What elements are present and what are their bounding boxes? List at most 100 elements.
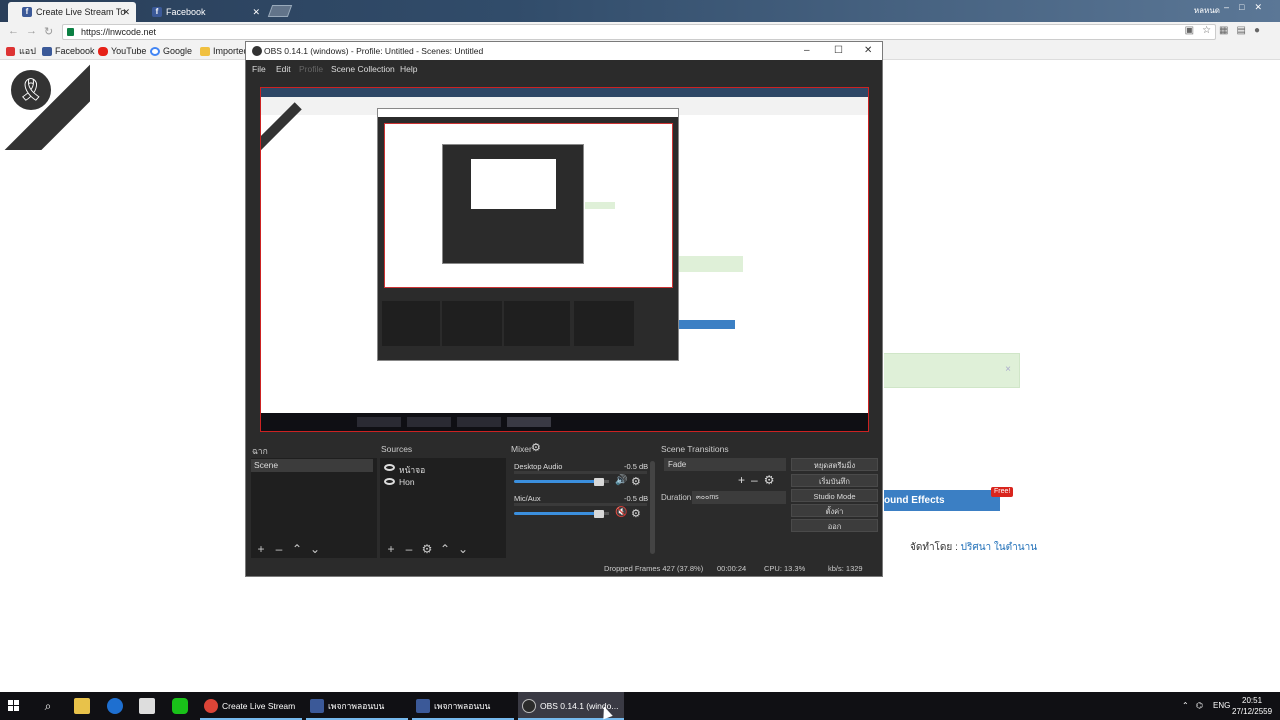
bookmark-youtube[interactable]: YouTube — [98, 44, 146, 58]
taskbar-app-facebook[interactable]: เพจกาพลอนบน Faceb... — [412, 692, 514, 720]
obs-logo-icon — [252, 46, 262, 56]
store-icon[interactable] — [139, 698, 155, 714]
tab-label: Facebook — [166, 7, 206, 17]
taskbar-clock[interactable]: 20:51 27/12/2559 — [1232, 695, 1272, 717]
obs-titlebar: OBS 0.14.1 (windows) - Profile: Untitled… — [246, 42, 882, 60]
volume-handle[interactable] — [594, 510, 604, 518]
taskbar-app-facebook[interactable]: เพจกาพลอนบน Faceb... — [306, 692, 408, 720]
edge-icon[interactable] — [107, 698, 123, 714]
browser-tab[interactable]: f Facebook ✕ — [138, 2, 266, 22]
apps-icon — [6, 47, 15, 56]
new-tab-button[interactable] — [267, 5, 293, 17]
forward-icon[interactable]: → — [26, 25, 37, 37]
sound-effects-button[interactable]: ound Effects — [884, 490, 1000, 511]
eye-icon[interactable] — [384, 464, 395, 471]
gear-icon[interactable]: ⚙ — [764, 473, 781, 487]
profile-name[interactable]: หลหนด — [1194, 4, 1220, 17]
eye-icon[interactable] — [384, 478, 395, 485]
bookmark-imported[interactable]: Imported — [200, 44, 249, 58]
gear-icon[interactable]: ⚙ — [631, 507, 641, 520]
gear-icon[interactable]: ⚙ — [418, 542, 436, 556]
move-down-icon[interactable]: ⌄ — [454, 542, 472, 556]
bookmark-apps[interactable]: แอป — [6, 44, 36, 58]
studio-mode-button[interactable]: Studio Mode — [791, 489, 878, 502]
add-icon[interactable]: + — [382, 542, 400, 556]
transition-select[interactable]: Fade — [664, 458, 786, 471]
menu-scene-collection[interactable]: Scene Collection — [331, 60, 395, 78]
windows-start-icon[interactable] — [8, 700, 20, 712]
menu-edit[interactable]: Edit — [276, 60, 291, 78]
browser-tabstrip: f Create Live Stream To Fa ✕ f Facebook … — [0, 0, 1280, 37]
maximize-icon[interactable]: ☐ — [834, 42, 843, 60]
obs-window: OBS 0.14.1 (windows) - Profile: Untitled… — [245, 41, 883, 577]
back-icon[interactable]: ← — [8, 25, 19, 37]
minimize-icon[interactable]: – — [804, 42, 810, 60]
menu-help[interactable]: Help — [400, 60, 417, 78]
add-icon[interactable]: + — [252, 542, 270, 556]
window-controls[interactable]: –□✕ — [1224, 2, 1272, 13]
start-recording-button[interactable]: เริ่มบันทึก — [791, 474, 878, 487]
author-link[interactable]: ปริศนา ในตำนาน — [961, 542, 1037, 553]
mixer-scrollbar[interactable] — [650, 461, 655, 554]
browser-toolbar: ← → ↻ https://lnwcode.net ▣☆▦▤● — [0, 22, 1280, 42]
remove-icon[interactable]: – — [751, 473, 764, 487]
browser-tab-active[interactable]: f Create Live Stream To Fa ✕ — [8, 2, 136, 37]
file-explorer-icon[interactable] — [74, 698, 90, 714]
move-up-icon[interactable]: ⌃ — [288, 542, 306, 556]
mixer-gear-icon[interactable]: ⚙ — [531, 441, 541, 454]
sources-buttons: + – ⚙ ⌃ ⌄ — [382, 542, 472, 556]
close-tab-icon[interactable]: ✕ — [252, 2, 260, 22]
bookmark-facebook[interactable]: Facebook — [42, 44, 95, 58]
show-hidden-icons[interactable]: ⌃ — [1182, 692, 1189, 720]
reload-icon[interactable]: ↻ — [44, 25, 53, 38]
stop-streaming-button[interactable]: หยุดสตรีมมิ่ง — [791, 458, 878, 471]
volume-handle[interactable] — [594, 478, 604, 486]
remove-icon[interactable]: – — [400, 542, 418, 556]
bookmark-google[interactable]: Google — [150, 44, 192, 58]
extension-icons[interactable]: ▣☆▦▤● — [1185, 25, 1268, 36]
screen: f Create Live Stream To Fa ✕ f Facebook … — [0, 0, 1280, 720]
settings-button[interactable]: ตั้งค่า — [791, 504, 878, 517]
volume-slider[interactable] — [514, 480, 600, 483]
stream-time: 00:00:24 — [717, 564, 747, 573]
duration-input[interactable]: ๓๐๐ms — [692, 491, 786, 504]
move-down-icon[interactable]: ⌄ — [306, 542, 324, 556]
obs-preview[interactable] — [260, 87, 869, 432]
source-item[interactable]: Hon — [380, 475, 506, 488]
audio-meter — [514, 503, 647, 506]
captured-screen — [261, 88, 868, 413]
remove-icon[interactable]: – — [270, 542, 288, 556]
captured-taskbar — [261, 413, 868, 431]
menu-profile[interactable]: Profile — [299, 60, 323, 78]
obs-statusbar: Dropped Frames 427 (37.8%) 00:00:24 CPU:… — [246, 562, 882, 576]
scenes-title: ฉาก — [252, 446, 268, 456]
line-icon[interactable] — [172, 698, 188, 714]
speaker-icon[interactable]: 🔊 — [615, 475, 627, 486]
obs-menubar: File Edit Profile Scene Collection Help — [246, 60, 882, 78]
muted-speaker-icon[interactable]: 🔇 — [615, 507, 627, 518]
menu-file[interactable]: File — [252, 60, 266, 78]
obs-icon — [522, 699, 536, 713]
move-up-icon[interactable]: ⌃ — [436, 542, 454, 556]
taskbar-app-chrome[interactable]: Create Live Stream ... — [200, 692, 302, 720]
byline: จัดทำโดย : ปริศนา ในตำนาน — [910, 542, 1038, 553]
source-item[interactable]: หน้าจอ — [380, 461, 506, 475]
network-icon[interactable]: ⌬ — [1196, 692, 1203, 720]
add-icon[interactable]: + — [738, 473, 751, 487]
dropped-frames: Dropped Frames 427 (37.8%) — [604, 564, 704, 573]
language-indicator[interactable]: ENG — [1213, 692, 1230, 720]
exit-button[interactable]: ออก — [791, 519, 878, 532]
close-tab-icon[interactable]: ✕ — [122, 2, 130, 22]
folder-icon — [200, 47, 210, 56]
close-icon[interactable]: × — [1005, 364, 1011, 375]
transitions-title: Scene Transitions — [661, 444, 729, 454]
volume-slider[interactable] — [514, 512, 600, 515]
scene-item[interactable]: Scene — [251, 459, 373, 472]
gear-icon[interactable]: ⚙ — [631, 475, 641, 488]
address-bar[interactable]: https://lnwcode.net — [62, 24, 1216, 40]
mixer-db: -0.5 dB — [624, 494, 649, 503]
mixer-db: -0.5 dB — [624, 462, 649, 471]
search-icon[interactable]: ⌕ — [40, 698, 56, 714]
close-icon[interactable]: ✕ — [864, 42, 872, 60]
facebook-icon — [42, 47, 52, 56]
